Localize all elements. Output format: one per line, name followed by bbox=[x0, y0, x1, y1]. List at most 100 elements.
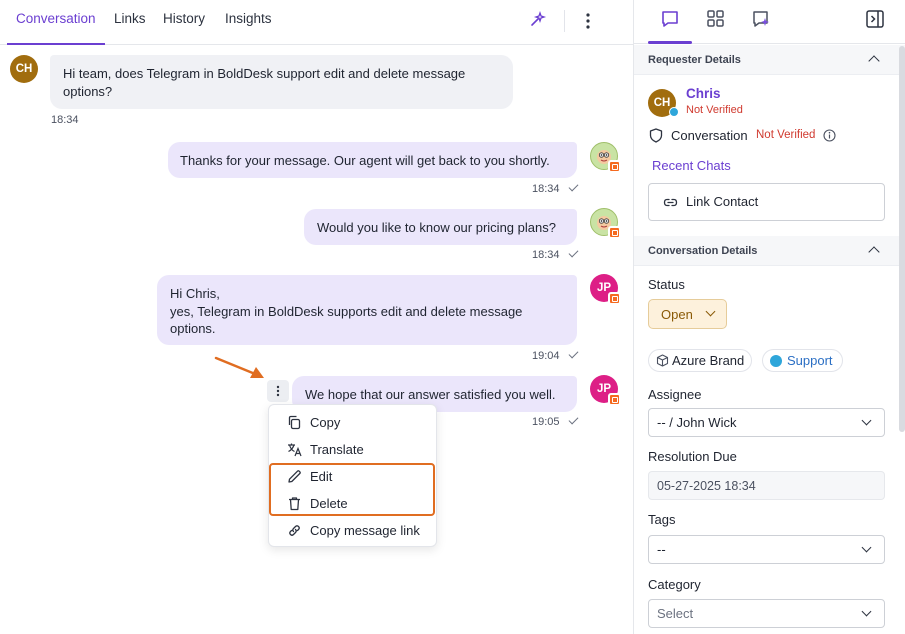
scrollbar[interactable] bbox=[899, 46, 905, 432]
message-line: Hi Chris, bbox=[170, 286, 220, 301]
status-value: Open bbox=[661, 307, 693, 322]
kebab-icon[interactable] bbox=[580, 12, 596, 35]
chevron-down-icon bbox=[861, 415, 872, 426]
chat-icon[interactable] bbox=[660, 9, 680, 34]
annotation-arrow-icon bbox=[210, 352, 270, 389]
link-icon bbox=[289, 525, 300, 536]
section-title: Conversation Details bbox=[648, 245, 758, 257]
chevron-up-icon bbox=[868, 246, 880, 258]
message-bubble: Would you like to know our pricing plans… bbox=[304, 209, 577, 245]
category-placeholder: Select bbox=[657, 606, 694, 621]
info-icon[interactable] bbox=[823, 129, 836, 147]
assignee-value: -- / John Wick bbox=[657, 415, 737, 430]
menu-item-label: Edit bbox=[310, 469, 333, 484]
recent-chats-link[interactable]: Recent Chats bbox=[652, 158, 731, 173]
toolbar-divider bbox=[564, 10, 565, 32]
message-options-button[interactable] bbox=[267, 380, 289, 402]
trash-icon bbox=[289, 497, 300, 511]
delivered-check-icon bbox=[568, 181, 579, 192]
section-title: Requester Details bbox=[648, 54, 741, 66]
category-label: Category bbox=[648, 577, 701, 592]
conversation-verification-status: Not Verified bbox=[756, 129, 816, 141]
link-icon bbox=[663, 195, 678, 215]
message-time: 19:05 bbox=[532, 416, 560, 428]
tags-label: Tags bbox=[648, 512, 676, 527]
link-contact-button[interactable]: Link Contact bbox=[648, 183, 885, 221]
message-line: yes, Telegram in BoldDesk supports edit … bbox=[170, 303, 523, 319]
shield-icon bbox=[649, 128, 663, 148]
tab-links[interactable]: Links bbox=[114, 11, 146, 26]
message-context-menu: Copy Translate Edit Delete Copy message … bbox=[268, 404, 437, 547]
message-time: 18:34 bbox=[532, 249, 560, 261]
link-contact-label: Link Contact bbox=[686, 194, 759, 209]
translate-icon bbox=[288, 443, 302, 457]
telegram-channel-icon bbox=[608, 226, 621, 239]
telegram-channel-icon bbox=[608, 393, 621, 406]
message-line: Thanks for your message. Our agent will … bbox=[180, 153, 550, 168]
message-line: options. bbox=[170, 321, 216, 336]
menu-item-copy[interactable]: Copy bbox=[269, 409, 436, 436]
telegram-channel-icon bbox=[608, 292, 621, 305]
resolution-due-field: 05-27-2025 18:34 bbox=[648, 471, 885, 500]
copy-icon bbox=[288, 415, 301, 430]
message-line: Would you like to know our pricing plans… bbox=[317, 220, 556, 235]
chevron-down-icon bbox=[861, 606, 872, 617]
menu-item-delete[interactable]: Delete bbox=[269, 490, 436, 517]
message-time: 18:34 bbox=[51, 114, 79, 126]
conversation-pane: Conversation Links History Insights CH H… bbox=[0, 0, 633, 634]
panel-toolbar bbox=[634, 0, 905, 44]
kebab-icon bbox=[276, 385, 280, 397]
menu-item-edit[interactable]: Edit bbox=[269, 463, 436, 490]
delivered-check-icon bbox=[568, 348, 579, 359]
tab-conversation[interactable]: Conversation bbox=[16, 11, 96, 26]
status-dropdown[interactable]: Open bbox=[648, 299, 727, 329]
tags-value: -- bbox=[657, 542, 666, 557]
tab-bar: Conversation Links History Insights bbox=[0, 0, 633, 45]
conversation-label: Conversation bbox=[671, 128, 748, 143]
conversation-details-header[interactable]: Conversation Details bbox=[634, 236, 905, 266]
tab-insights[interactable]: Insights bbox=[225, 11, 272, 26]
tab-history[interactable]: History bbox=[163, 11, 205, 26]
delivered-check-icon bbox=[568, 414, 579, 425]
telegram-channel-icon bbox=[608, 160, 621, 173]
menu-item-translate[interactable]: Translate bbox=[269, 436, 436, 463]
message-bubble: Thanks for your message. Our agent will … bbox=[168, 142, 577, 178]
menu-item-copy-link[interactable]: Copy message link bbox=[269, 517, 436, 544]
tags-dropdown[interactable]: -- bbox=[648, 535, 885, 564]
details-panel: Requester Details CH Chris Not Verified … bbox=[633, 0, 905, 634]
ai-chat-icon[interactable] bbox=[751, 9, 772, 35]
requester-name[interactable]: Chris bbox=[686, 86, 721, 101]
grid-icon[interactable] bbox=[706, 9, 725, 33]
channel-tag: Support bbox=[762, 349, 843, 372]
app-root: Conversation Links History Insights CH H… bbox=[0, 0, 905, 634]
chevron-down-icon bbox=[861, 542, 872, 553]
collapse-panel-icon[interactable] bbox=[865, 9, 885, 34]
assignee-dropdown[interactable]: -- / John Wick bbox=[648, 408, 885, 437]
menu-item-label: Copy bbox=[310, 415, 341, 430]
telegram-icon bbox=[669, 107, 679, 117]
telegram-icon bbox=[770, 355, 782, 367]
assignee-label: Assignee bbox=[648, 387, 702, 402]
message-line: Hi team, does Telegram in BoldDesk suppo… bbox=[63, 66, 466, 81]
message-bubble: Hi team, does Telegram in BoldDesk suppo… bbox=[50, 55, 513, 109]
brand-tag-label: Azure Brand bbox=[672, 353, 745, 368]
brand-tag: Azure Brand bbox=[648, 349, 752, 372]
message-bubble: Hi Chris, yes, Telegram in BoldDesk supp… bbox=[157, 275, 577, 345]
status-label: Status bbox=[648, 277, 685, 292]
pencil-icon bbox=[288, 470, 301, 483]
active-tab-indicator bbox=[7, 43, 105, 45]
delivered-check-icon bbox=[568, 247, 579, 258]
resolution-due-label: Resolution Due bbox=[648, 449, 737, 464]
channel-tag-label: Support bbox=[787, 353, 833, 368]
category-dropdown[interactable]: Select bbox=[648, 599, 885, 628]
message-time: 19:04 bbox=[532, 350, 560, 362]
menu-item-label: Translate bbox=[310, 442, 364, 457]
avatar: CH bbox=[10, 55, 38, 83]
requester-verification-status: Not Verified bbox=[686, 104, 743, 116]
requester-details-header[interactable]: Requester Details bbox=[634, 45, 905, 75]
menu-item-label: Delete bbox=[310, 496, 348, 511]
active-panel-indicator bbox=[648, 41, 692, 44]
sparkle-icon[interactable] bbox=[529, 10, 547, 33]
message-line: We hope that our answer satisfied you we… bbox=[305, 387, 556, 402]
chevron-down-icon bbox=[705, 306, 716, 317]
